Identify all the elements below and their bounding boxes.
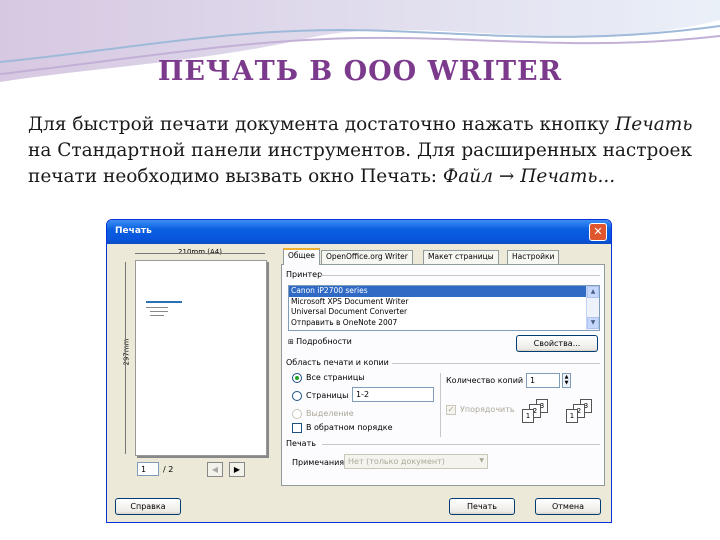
printer-section-label: Принтер xyxy=(286,270,323,279)
tab-writer[interactable]: OpenOffice.org Writer xyxy=(321,250,413,264)
selection-label: Выделение xyxy=(306,409,354,418)
slide-title: ПЕЧАТЬ В OOO WRITER xyxy=(157,56,563,87)
tab-settings[interactable]: Настройки xyxy=(507,250,560,264)
printer-item[interactable]: Microsoft XPS Document Writer xyxy=(289,297,599,308)
arrow-left-icon: ◀ xyxy=(211,465,219,474)
details-label: Подробности xyxy=(296,337,352,346)
printer-item[interactable]: Canon iP2700 series xyxy=(289,286,599,297)
close-button[interactable]: ✕ xyxy=(589,223,607,241)
tab-general[interactable]: Общее xyxy=(283,248,320,265)
general-tab-panel: Принтер Canon iP2700 series Microsoft XP… xyxy=(281,264,605,486)
copies-label: Количество копий xyxy=(446,376,524,385)
properties-button[interactable]: Свойства... xyxy=(516,335,598,352)
spin-down-icon: ▼ xyxy=(564,380,569,386)
dialog-title: Печать xyxy=(115,226,152,236)
close-icon: ✕ xyxy=(593,225,603,238)
body-text-print-italic: Печать xyxy=(615,114,693,135)
reverse-order-checkbox[interactable] xyxy=(292,423,302,433)
page-total-label: / 2 xyxy=(163,465,174,474)
details-expander[interactable]: ⊞ Подробности xyxy=(288,337,352,346)
expand-icon: ⊞ xyxy=(288,338,297,346)
chevron-up-icon: ▲ xyxy=(590,288,596,295)
pages-input[interactable]: 1-2 xyxy=(352,387,434,402)
range-section-label: Область печати и копии xyxy=(286,358,389,367)
print-button[interactable]: Печать xyxy=(449,498,515,515)
page-number-input[interactable]: 1 xyxy=(137,462,159,476)
chevron-down-icon: ▼ xyxy=(479,457,484,464)
cancel-button[interactable]: Отмена xyxy=(535,498,601,515)
page-preview-pane: 210mm (A4) 297mm xyxy=(117,248,275,460)
print-section-label: Печать xyxy=(286,439,316,448)
printer-item[interactable]: Universal Document Converter xyxy=(289,307,599,318)
all-pages-radio[interactable] xyxy=(292,373,302,383)
preview-width-label: 210mm (A4) xyxy=(178,248,222,256)
collate-pages-icon: 3 2 1 xyxy=(522,399,552,427)
reverse-order-label: В обратном порядке xyxy=(306,423,393,432)
tab-page-layout[interactable]: Макет страницы xyxy=(423,250,499,264)
dialog-titlebar[interactable]: Печать ✕ xyxy=(107,220,611,244)
prev-page-button[interactable]: ◀ xyxy=(207,462,223,477)
collate-checkbox[interactable]: ✓ xyxy=(446,405,456,415)
arrow-right-icon: ▶ xyxy=(233,465,241,474)
printer-list-scrollbar[interactable]: ▲ ▼ xyxy=(586,286,599,330)
printer-item[interactable]: Отправить в OneNote 2007 xyxy=(289,318,599,329)
pages-radio[interactable] xyxy=(292,391,302,401)
selection-radio[interactable] xyxy=(292,409,302,419)
scroll-up-button[interactable]: ▲ xyxy=(587,286,599,298)
copies-spinner[interactable]: ▲ ▼ xyxy=(562,373,571,388)
comments-label: Примечания xyxy=(292,458,345,467)
printer-list[interactable]: Canon iP2700 series Microsoft XPS Docume… xyxy=(288,285,600,331)
preview-height-ruler xyxy=(125,262,126,454)
collate-pages-icon: 3 2 1 xyxy=(566,399,596,427)
collate-label: Упорядочить xyxy=(460,405,515,414)
scroll-down-button[interactable]: ▼ xyxy=(587,317,599,329)
next-page-button[interactable]: ▶ xyxy=(229,462,245,477)
copies-input[interactable]: 1 xyxy=(526,373,560,388)
body-text-1: Для быстрой печати документа достаточно … xyxy=(28,114,616,135)
body-text-menu-path: Файл → Печать... xyxy=(442,166,616,187)
pages-label: Страницы xyxy=(306,391,349,400)
chevron-down-icon: ▼ xyxy=(590,319,596,326)
preview-width-ruler xyxy=(135,253,265,254)
preview-page xyxy=(135,260,267,456)
slide-body-text: Для быстрой печати документа достаточно … xyxy=(28,112,698,190)
preview-height-label: 297mm xyxy=(122,338,131,366)
comments-select-value: Нет (только документ) xyxy=(348,457,445,466)
print-dialog: Печать ✕ 210mm (A4) 297mm 1 / 2 ◀ ▶ Обще… xyxy=(106,219,612,523)
all-pages-label: Все страницы xyxy=(306,373,365,382)
help-button[interactable]: Справка xyxy=(115,498,181,515)
comments-select[interactable]: Нет (только документ) ▼ xyxy=(344,454,488,469)
